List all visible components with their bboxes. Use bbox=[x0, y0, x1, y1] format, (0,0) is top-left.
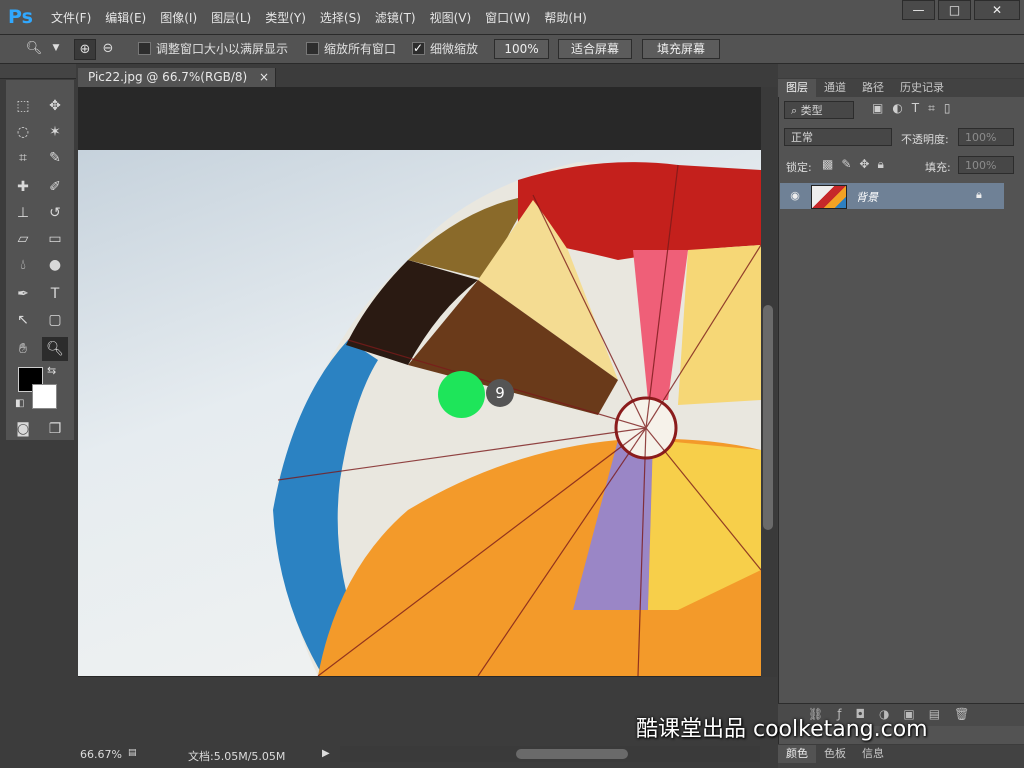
app-logo: Ps bbox=[8, 6, 33, 28]
status-info-icon[interactable]: ▤ bbox=[128, 748, 137, 758]
healing-brush-tool-icon[interactable]: ✚ bbox=[10, 175, 36, 199]
quick-mask-icon[interactable]: ◙ bbox=[10, 417, 36, 441]
zoom-out-icon[interactable]: ⊖ bbox=[98, 39, 118, 58]
clone-stamp-tool-icon[interactable]: ⊥ bbox=[10, 201, 36, 225]
document-size: 文档:5.05M/5.05M bbox=[188, 750, 286, 763]
scrubby-zoom-checkbox[interactable] bbox=[412, 39, 425, 57]
eraser-tool-icon[interactable]: ▱ bbox=[10, 227, 36, 251]
window-controls: — □ ✕ bbox=[899, 0, 1020, 20]
resize-windows-label: 调整窗口大小以满屏显示 bbox=[156, 42, 289, 56]
fill-field[interactable]: 100% bbox=[958, 156, 1014, 174]
lock-icon: 🔒︎ bbox=[976, 188, 982, 201]
layer-thumbnail bbox=[811, 185, 847, 209]
tab-close-icon[interactable]: × bbox=[259, 70, 269, 84]
horizontal-scroll-thumb[interactable] bbox=[516, 749, 628, 759]
panel-dock-header[interactable] bbox=[778, 64, 1024, 78]
magic-wand-tool-icon[interactable]: ✶ bbox=[42, 120, 68, 144]
dodge-tool-icon[interactable]: ● bbox=[42, 253, 68, 277]
history-brush-tool-icon[interactable]: ↺ bbox=[42, 201, 68, 225]
lock-label: 锁定: bbox=[786, 161, 812, 174]
menu-help[interactable]: 帮助(H) bbox=[537, 9, 593, 26]
zoom-level[interactable]: 66.67% bbox=[80, 748, 122, 761]
eyedropper-tool-icon[interactable]: ✎ bbox=[42, 146, 68, 170]
zoom-100-button[interactable]: 100% bbox=[494, 39, 549, 59]
brush-tool-icon[interactable]: ✐ bbox=[42, 175, 68, 199]
watermark: 酷课堂出品 coolketang.com bbox=[636, 717, 928, 742]
menu-select[interactable]: 选择(S) bbox=[313, 9, 368, 26]
resize-windows-checkbox[interactable] bbox=[138, 42, 151, 55]
layers-panel bbox=[778, 79, 1024, 744]
blur-tool-icon[interactable]: 💧︎ bbox=[10, 253, 36, 277]
eye-icon[interactable]: ◉ bbox=[788, 189, 802, 203]
layer-filter-select[interactable]: ⌕ 类型 bbox=[784, 101, 854, 119]
lasso-tool-icon[interactable]: ◌ bbox=[10, 120, 36, 144]
cursor-highlight bbox=[438, 371, 485, 418]
zoom-tool-icon[interactable]: 🔍︎ bbox=[42, 337, 68, 361]
layer-filter-icons[interactable]: ▣◐T⌗▯ bbox=[872, 101, 1002, 119]
layer-filter-label: 类型 bbox=[800, 104, 823, 117]
zoom-all-windows-label: 缩放所有窗口 bbox=[324, 42, 397, 56]
scrubby-zoom-label: 细微缩放 bbox=[430, 42, 479, 56]
document-tab-title: Pic22.jpg @ 66.7%(RGB/8) bbox=[88, 70, 248, 84]
menu-window[interactable]: 窗口(W) bbox=[478, 9, 537, 26]
minimize-button[interactable]: — bbox=[902, 0, 935, 20]
tab-history[interactable]: 历史记录 bbox=[892, 79, 952, 97]
zoom-tool-preset-icon[interactable]: 🔍︎ bbox=[24, 39, 44, 58]
blend-mode-select[interactable]: 正常 bbox=[784, 128, 892, 146]
marquee-tool-icon[interactable]: ⬚ bbox=[10, 94, 36, 118]
tab-paths[interactable]: 路径 bbox=[854, 79, 892, 97]
menu-image[interactable]: 图像(I) bbox=[153, 9, 204, 26]
document-tab-bar: Pic22.jpg @ 66.7%(RGB/8) × bbox=[78, 68, 758, 87]
vertical-scroll-thumb[interactable] bbox=[763, 305, 773, 530]
zoom-in-icon[interactable]: ⊕ bbox=[74, 39, 96, 60]
menu-layer[interactable]: 图层(L) bbox=[204, 9, 258, 26]
hand-tool-icon[interactable]: ✋︎ bbox=[10, 337, 36, 361]
step-badge: 9 bbox=[486, 379, 514, 407]
status-menu-arrow-icon[interactable]: ▶ bbox=[322, 748, 330, 759]
rectangle-tool-icon[interactable]: ▢ bbox=[42, 308, 68, 332]
menu-type[interactable]: 类型(Y) bbox=[258, 9, 313, 26]
tab-swatches[interactable]: 色板 bbox=[816, 745, 854, 763]
pen-tool-icon[interactable]: ✒ bbox=[10, 282, 36, 306]
opacity-label: 不透明度: bbox=[901, 133, 949, 146]
screen-mode-icon[interactable]: ❐ bbox=[42, 417, 68, 441]
main-menu: 文件(F) 编辑(E) 图像(I) 图层(L) 类型(Y) 选择(S) 滤镜(T… bbox=[44, 0, 594, 34]
tab-channels[interactable]: 通道 bbox=[816, 79, 854, 97]
path-selection-tool-icon[interactable]: ↖ bbox=[10, 308, 36, 332]
menu-edit[interactable]: 编辑(E) bbox=[98, 9, 153, 26]
menu-file[interactable]: 文件(F) bbox=[44, 9, 98, 26]
lock-icons[interactable]: ▩✎✥🔒︎ bbox=[822, 157, 892, 172]
tools-panel-header[interactable] bbox=[0, 64, 76, 79]
swap-colors-icon[interactable]: ⇆ bbox=[47, 364, 56, 377]
close-button[interactable]: ✕ bbox=[974, 0, 1020, 20]
menu-view[interactable]: 视图(V) bbox=[423, 9, 479, 26]
crop-tool-icon[interactable]: ⌗ bbox=[10, 146, 36, 170]
layer-name[interactable]: 背景 bbox=[856, 189, 878, 205]
opacity-field[interactable]: 100% bbox=[958, 128, 1014, 146]
move-tool-icon[interactable]: ✥ bbox=[42, 94, 68, 118]
parachute-photo bbox=[273, 162, 761, 676]
background-color-swatch[interactable] bbox=[32, 384, 57, 409]
bottom-panel-tabs: 颜色 色板 信息 bbox=[778, 745, 1024, 768]
default-colors-icon[interactable]: ◧ bbox=[15, 398, 24, 409]
scrubby-zoom-option[interactable]: 细微缩放 bbox=[412, 39, 479, 58]
type-tool-icon[interactable]: T bbox=[42, 282, 68, 306]
fit-screen-button[interactable]: 适合屏幕 bbox=[558, 39, 632, 59]
panel-tabs: 图层 通道 路径 历史记录 bbox=[778, 79, 1024, 97]
gradient-tool-icon[interactable]: ▭ bbox=[42, 227, 68, 251]
zoom-all-windows-checkbox[interactable] bbox=[306, 42, 319, 55]
tab-color[interactable]: 颜色 bbox=[778, 745, 816, 763]
document-image[interactable] bbox=[78, 150, 761, 676]
fill-label: 填充: bbox=[925, 161, 951, 174]
options-bar: 🔍︎ ▼ ⊕ ⊖ 调整窗口大小以满屏显示 缩放所有窗口 细微缩放 100% 适合… bbox=[0, 35, 1024, 64]
fill-screen-button[interactable]: 填充屏幕 bbox=[642, 39, 720, 59]
tab-layers[interactable]: 图层 bbox=[778, 79, 816, 97]
document-tab[interactable]: Pic22.jpg @ 66.7%(RGB/8) × bbox=[78, 68, 277, 87]
resize-windows-option[interactable]: 调整窗口大小以满屏显示 bbox=[138, 40, 288, 58]
chevron-down-icon[interactable]: ▼ bbox=[46, 39, 66, 58]
maximize-button[interactable]: □ bbox=[938, 0, 971, 20]
menu-filter[interactable]: 滤镜(T) bbox=[368, 9, 423, 26]
zoom-all-windows-option[interactable]: 缩放所有窗口 bbox=[306, 40, 396, 58]
tab-info[interactable]: 信息 bbox=[854, 745, 892, 763]
